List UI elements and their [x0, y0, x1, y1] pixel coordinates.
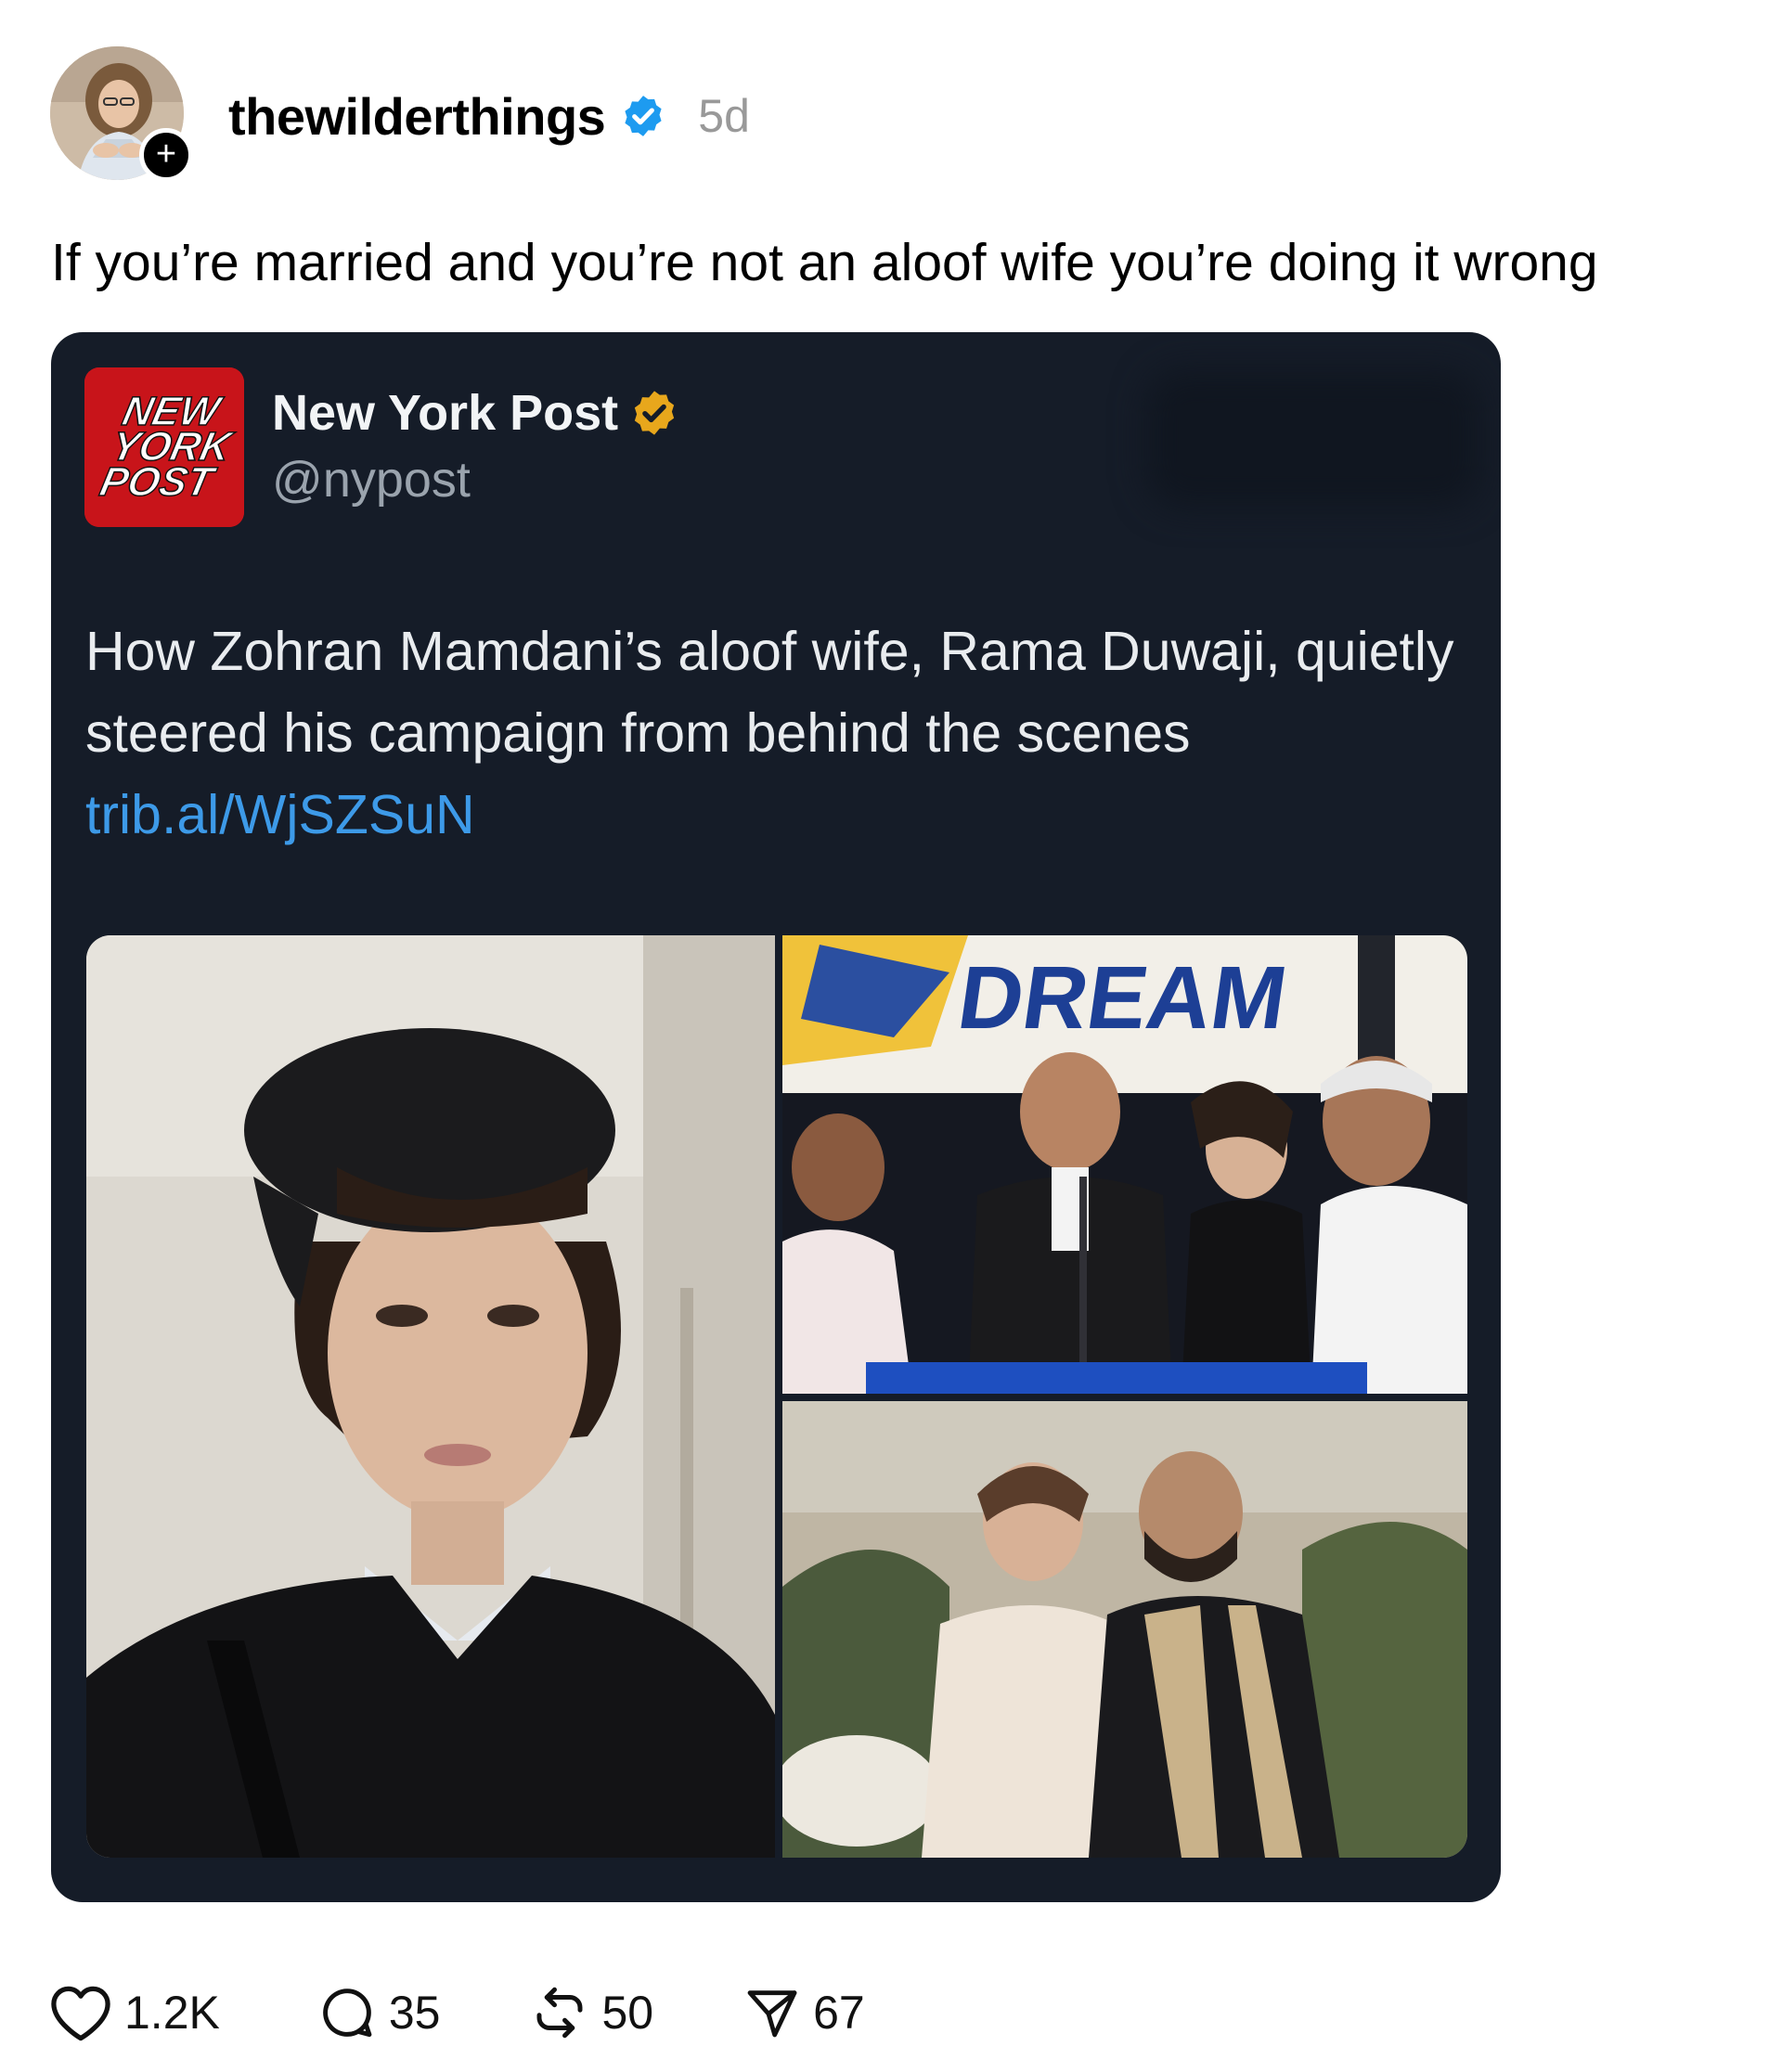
embedded-tweet-body: How Zohran Mamdani’s aloof wife, Rama Du… [85, 621, 1454, 764]
share-count: 67 [813, 1987, 865, 2039]
share-button[interactable]: 67 [742, 1983, 865, 2042]
post-timestamp: 5d [698, 90, 750, 142]
like-count: 1.2K [124, 1987, 220, 2039]
author-row: thewilderthings 5d [228, 84, 750, 148]
post-action-bar: 1.2K 35 50 67 [48, 1980, 865, 2045]
selfie-photo [86, 935, 775, 1858]
reply-button[interactable]: 35 [316, 1982, 441, 2043]
author-avatar-container[interactable]: + [50, 46, 193, 182]
new-york-post-logo: NEW YORK POST [84, 367, 244, 527]
follow-plus-icon[interactable]: + [139, 128, 193, 182]
post-caption: If you’re married and you’re not an aloo… [51, 233, 1598, 292]
like-button[interactable]: 1.2K [48, 1983, 220, 2042]
wedding-photo [782, 1401, 1467, 1858]
embedded-account-handle: @nypost [272, 452, 471, 508]
embedded-tweet-text: How Zohran Mamdani’s aloof wife, Rama Du… [85, 611, 1468, 856]
campaign-stage-photo: DREAM [782, 935, 1467, 1394]
author-username[interactable]: thewilderthings [228, 86, 606, 147]
send-icon [747, 1990, 797, 2038]
embedded-tweet-link[interactable]: trib.al/WjSZSuN [85, 784, 475, 845]
embedded-tweet-image[interactable]: NEW YORK POST New York Post @nypost How … [51, 332, 1501, 1902]
blurred-region [1146, 369, 1480, 508]
gold-verified-badge-icon [634, 391, 675, 435]
comment-bubble-icon [323, 1988, 372, 2038]
heart-icon [51, 1986, 110, 2041]
logo-line-post: POST [97, 459, 221, 504]
embedded-account-name: New York Post [272, 385, 619, 441]
verified-badge-icon [625, 96, 662, 136]
stage-sign-text: DREAM [952, 948, 1293, 1047]
reply-count: 35 [388, 1987, 441, 2039]
repost-count: 50 [601, 1987, 654, 2039]
repost-icon [537, 1987, 583, 2039]
repost-button[interactable]: 50 [529, 1982, 653, 2043]
embedded-account-row: New York Post [272, 380, 679, 445]
